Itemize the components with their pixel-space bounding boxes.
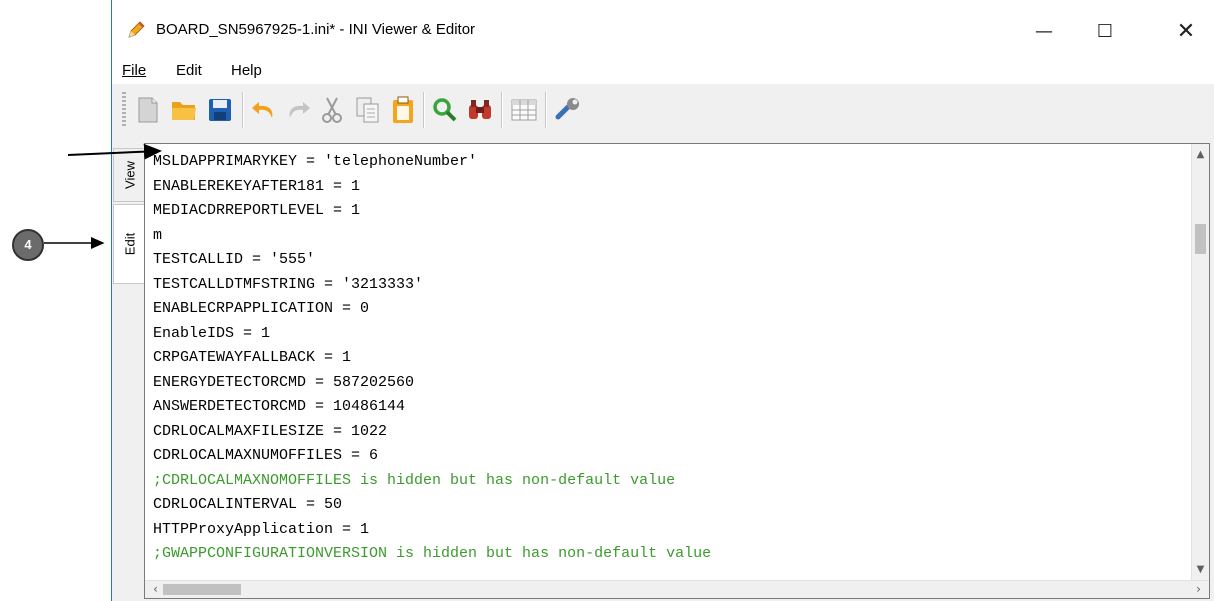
pointer-arrow [67, 143, 162, 160]
annotation-arrows [44, 143, 162, 249]
